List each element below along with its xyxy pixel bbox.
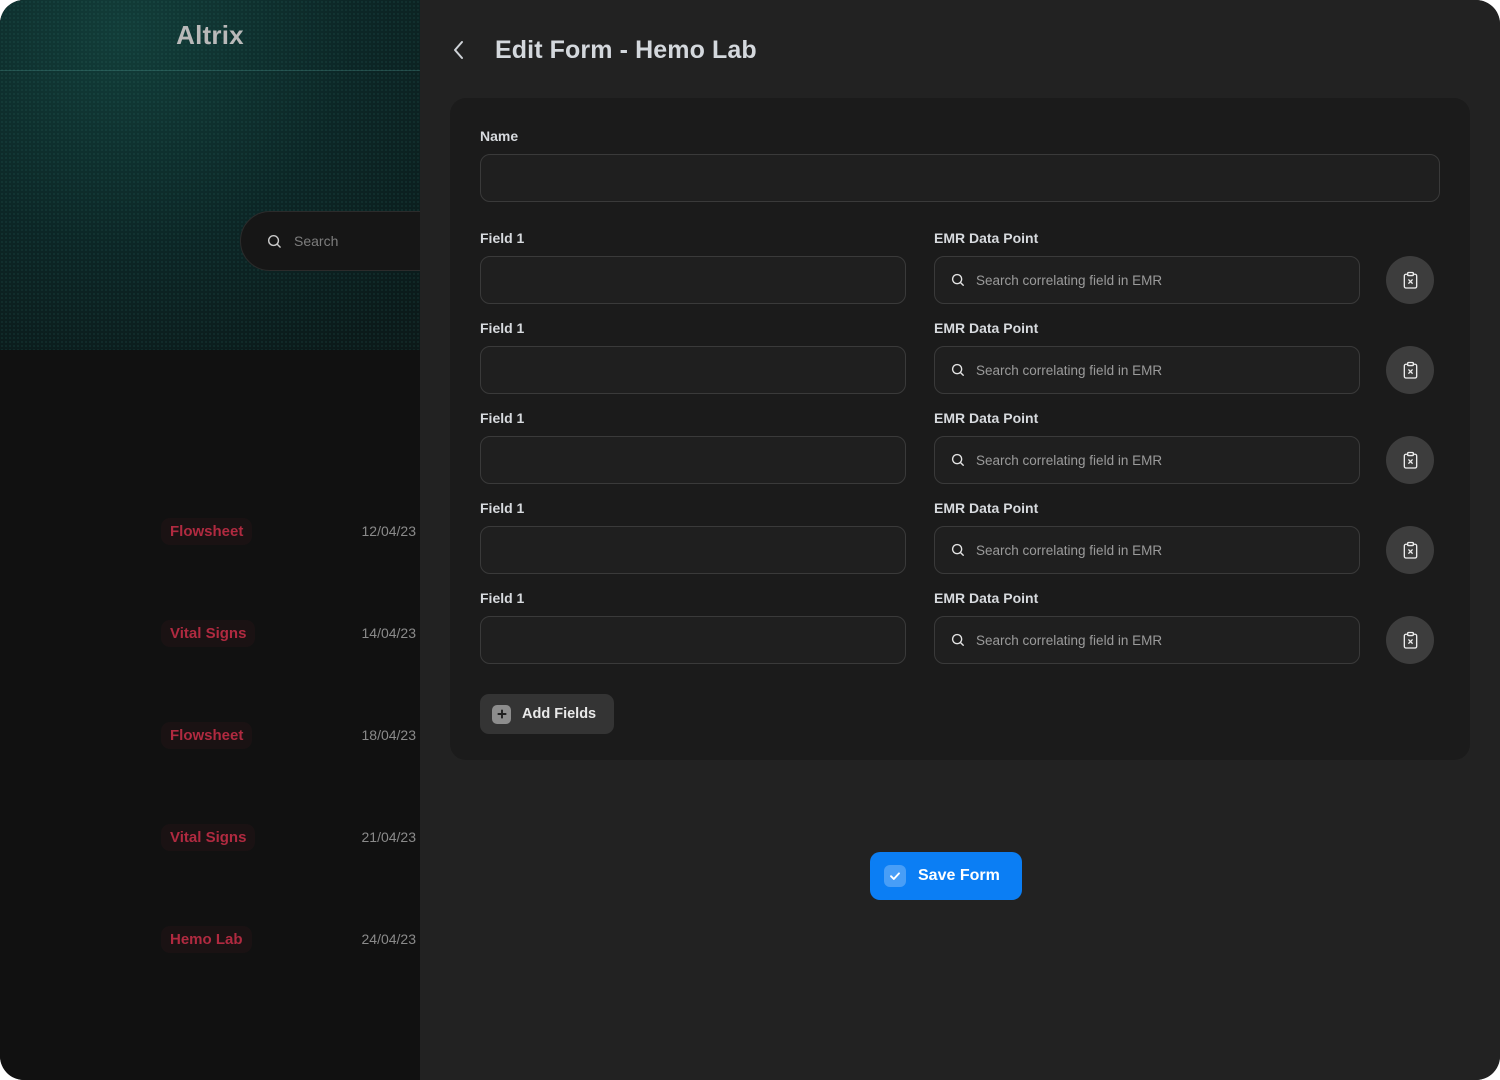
list-item-date: 12/04/23 — [361, 523, 417, 539]
emr-search-input[interactable]: Search correlating field in EMR — [934, 346, 1360, 394]
field-label: Field 1 — [480, 230, 525, 246]
field-group: Field 1 — [480, 500, 906, 574]
emr-search-input[interactable]: Search correlating field in EMR — [934, 256, 1360, 304]
emr-label: EMR Data Point — [934, 410, 1039, 426]
plus-icon — [492, 704, 511, 724]
list-item-label: Hemo Lab — [161, 925, 252, 953]
list-item[interactable]: Vital Signs 21/04/23 — [0, 786, 420, 888]
remove-field-button[interactable] — [1386, 526, 1434, 574]
clipboard-x-icon — [1403, 541, 1417, 559]
chevron-left-icon — [454, 41, 463, 59]
sidebar: Altrix Search Flowsheet 12/04/23 Vital S… — [0, 0, 420, 1080]
emr-search-placeholder: Search correlating field in EMR — [976, 362, 1163, 378]
add-fields-button[interactable]: Add Fields — [480, 694, 615, 734]
emr-search-input[interactable]: Search correlating field in EMR — [934, 436, 1360, 484]
main-content: Edit Form - Hemo Lab Name Field 1 EMR Da… — [420, 0, 1500, 1080]
brand-name: Altrix — [176, 19, 244, 50]
search-icon — [951, 453, 965, 467]
field-input[interactable] — [480, 436, 906, 484]
form-list: Flowsheet 12/04/23 Vital Signs 14/04/23 … — [0, 480, 420, 990]
emr-label: EMR Data Point — [934, 500, 1039, 516]
emr-group: EMR Data Point Search correlating field … — [934, 590, 1360, 664]
list-item-date: 21/04/23 — [361, 829, 417, 845]
search-icon — [951, 273, 965, 287]
emr-group: EMR Data Point Search correlating field … — [934, 500, 1360, 574]
field-row: Field 1 EMR Data Point Search correlatin… — [480, 500, 1440, 574]
row-actions — [1386, 256, 1434, 304]
search-icon — [951, 633, 965, 647]
clipboard-x-icon — [1403, 271, 1417, 289]
field-group: Field 1 — [480, 410, 906, 484]
back-button[interactable] — [442, 33, 476, 67]
field-group: Field 1 — [480, 230, 906, 304]
check-circle-icon — [884, 865, 906, 887]
emr-group: EMR Data Point Search correlating field … — [934, 320, 1360, 394]
row-actions — [1386, 616, 1434, 664]
field-label: Field 1 — [480, 590, 525, 606]
field-row: Field 1 EMR Data Point Search correlatin… — [480, 590, 1440, 664]
page-title: Edit Form - Hemo Lab — [495, 35, 757, 64]
clipboard-x-icon — [1403, 361, 1417, 379]
row-actions — [1386, 346, 1434, 394]
list-item-date: 24/04/23 — [361, 931, 417, 947]
field-label: Field 1 — [480, 410, 525, 426]
field-label: Field 1 — [480, 500, 525, 516]
field-group: Field 1 — [480, 320, 906, 394]
emr-search-input[interactable]: Search correlating field in EMR — [934, 526, 1360, 574]
emr-search-placeholder: Search correlating field in EMR — [976, 452, 1163, 468]
name-input[interactable] — [480, 154, 1440, 202]
emr-label: EMR Data Point — [934, 590, 1039, 606]
sidebar-search-input[interactable]: Search — [240, 211, 420, 271]
list-item-label: Vital Signs — [161, 619, 256, 647]
name-label: Name — [480, 128, 519, 144]
edit-form-card: Name Field 1 EMR Data Point Search corre… — [450, 98, 1470, 760]
list-item-date: 18/04/23 — [361, 727, 417, 743]
page-header: Edit Form - Hemo Lab — [420, 0, 1500, 100]
field-row: Field 1 EMR Data Point Search correlatin… — [480, 230, 1440, 304]
search-icon — [951, 543, 965, 557]
remove-field-button[interactable] — [1386, 436, 1434, 484]
list-item[interactable]: Flowsheet 12/04/23 — [0, 480, 420, 582]
field-input[interactable] — [480, 526, 906, 574]
field-group: Field 1 — [480, 590, 906, 664]
list-item-date: 14/04/23 — [361, 625, 417, 641]
list-item[interactable]: Flowsheet 18/04/23 — [0, 684, 420, 786]
list-item-label: Flowsheet — [161, 517, 253, 545]
row-actions — [1386, 526, 1434, 574]
remove-field-button[interactable] — [1386, 346, 1434, 394]
sidebar-search-placeholder: Search — [294, 233, 339, 249]
emr-search-input[interactable]: Search correlating field in EMR — [934, 616, 1360, 664]
save-form-label: Save Form — [918, 867, 1000, 884]
search-icon — [951, 363, 965, 377]
app-window: Altrix Search Flowsheet 12/04/23 Vital S… — [0, 0, 1500, 1080]
row-actions — [1386, 436, 1434, 484]
remove-field-button[interactable] — [1386, 616, 1434, 664]
remove-field-button[interactable] — [1386, 256, 1434, 304]
emr-group: EMR Data Point Search correlating field … — [934, 410, 1360, 484]
emr-label: EMR Data Point — [934, 230, 1039, 246]
header-divider — [0, 70, 420, 71]
name-field-group: Name — [480, 128, 1440, 202]
clipboard-x-icon — [1403, 631, 1417, 649]
field-input[interactable] — [480, 616, 906, 664]
field-row: Field 1 EMR Data Point Search correlatin… — [480, 320, 1440, 394]
list-item[interactable]: Vital Signs 14/04/23 — [0, 582, 420, 684]
list-item-label: Flowsheet — [161, 721, 253, 749]
field-row: Field 1 EMR Data Point Search correlatin… — [480, 410, 1440, 484]
field-input[interactable] — [480, 346, 906, 394]
list-item[interactable]: Hemo Lab 24/04/23 — [0, 888, 420, 990]
clipboard-x-icon — [1403, 451, 1417, 469]
emr-search-placeholder: Search correlating field in EMR — [976, 272, 1163, 288]
search-icon — [267, 234, 282, 249]
list-item-label: Vital Signs — [161, 823, 256, 851]
emr-group: EMR Data Point Search correlating field … — [934, 230, 1360, 304]
emr-search-placeholder: Search correlating field in EMR — [976, 542, 1163, 558]
add-fields-label: Add Fields — [522, 706, 597, 722]
field-input[interactable] — [480, 256, 906, 304]
save-form-button[interactable]: Save Form — [870, 852, 1022, 900]
emr-label: EMR Data Point — [934, 320, 1039, 336]
brand-header: Altrix — [0, 0, 420, 70]
emr-search-placeholder: Search correlating field in EMR — [976, 632, 1163, 648]
field-label: Field 1 — [480, 320, 525, 336]
